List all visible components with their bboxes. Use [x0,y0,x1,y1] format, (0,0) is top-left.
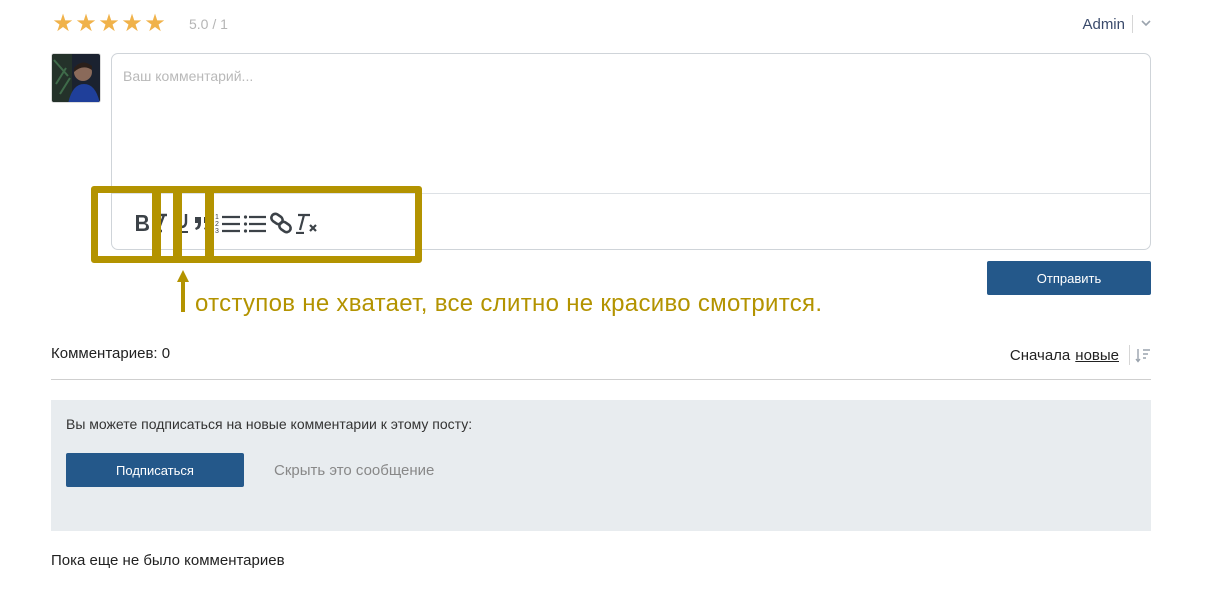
subscribe-text: Вы можете подписаться на новые комментар… [66,416,473,432]
user-name[interactable]: Admin [1082,16,1125,33]
svg-text:1: 1 [215,214,219,221]
italic-icon[interactable] [152,208,170,238]
rating-value: 5.0 / 1 [189,16,228,32]
rating-stars[interactable]: ★ ★ ★ ★ ★ [52,12,166,36]
sort-icon[interactable] [1135,347,1151,363]
send-button[interactable]: Отправить [987,261,1151,295]
rating: ★ ★ ★ ★ ★ 5.0 / 1 [52,12,228,36]
clear-formatting-icon[interactable] [294,208,320,238]
empty-comments-text: Пока еще не было комментариев [51,552,285,569]
editor-toolbar: 123 [132,206,320,240]
comment-placeholder: Ваш комментарий... [123,68,254,84]
hide-message-link[interactable]: Скрыть это сообщение [274,462,434,479]
star-icon[interactable]: ★ [75,12,97,36]
link-icon[interactable] [268,208,294,238]
avatar [51,53,101,103]
comment-input[interactable]: Ваш комментарий... [112,54,1150,194]
divider [1129,345,1130,365]
star-icon[interactable]: ★ [52,12,74,36]
bulleted-list-icon[interactable] [242,208,268,238]
divider [1132,15,1133,33]
comments-header: Комментариев: 0 Сначала новые [51,335,1151,380]
blockquote-icon[interactable] [192,208,214,238]
comments-count: Комментариев: 0 [51,345,171,362]
star-icon[interactable]: ★ [98,12,120,36]
user-menu[interactable]: Admin [1082,14,1151,34]
chevron-down-icon[interactable] [1141,19,1151,30]
star-icon[interactable]: ★ [144,12,166,36]
sort-control: Сначала новые [1010,345,1151,365]
underline-icon[interactable] [170,208,192,238]
numbered-list-icon[interactable]: 123 [214,208,242,238]
sort-link[interactable]: новые [1075,347,1119,364]
annotation-arrow-icon [177,270,189,312]
subscribe-button[interactable]: Подписаться [66,453,244,487]
sort-prefix: Сначала [1009,346,1071,364]
star-icon[interactable]: ★ [121,12,143,36]
svg-text:3: 3 [215,228,219,234]
bold-icon[interactable] [132,208,152,238]
annotation-text: отступов не хватает, все слитно не краси… [195,290,823,317]
comment-editor: Ваш комментарий... 123 [111,53,1151,250]
subscribe-panel: Вы можете подписаться на новые комментар… [51,400,1151,531]
svg-text:2: 2 [215,221,219,228]
